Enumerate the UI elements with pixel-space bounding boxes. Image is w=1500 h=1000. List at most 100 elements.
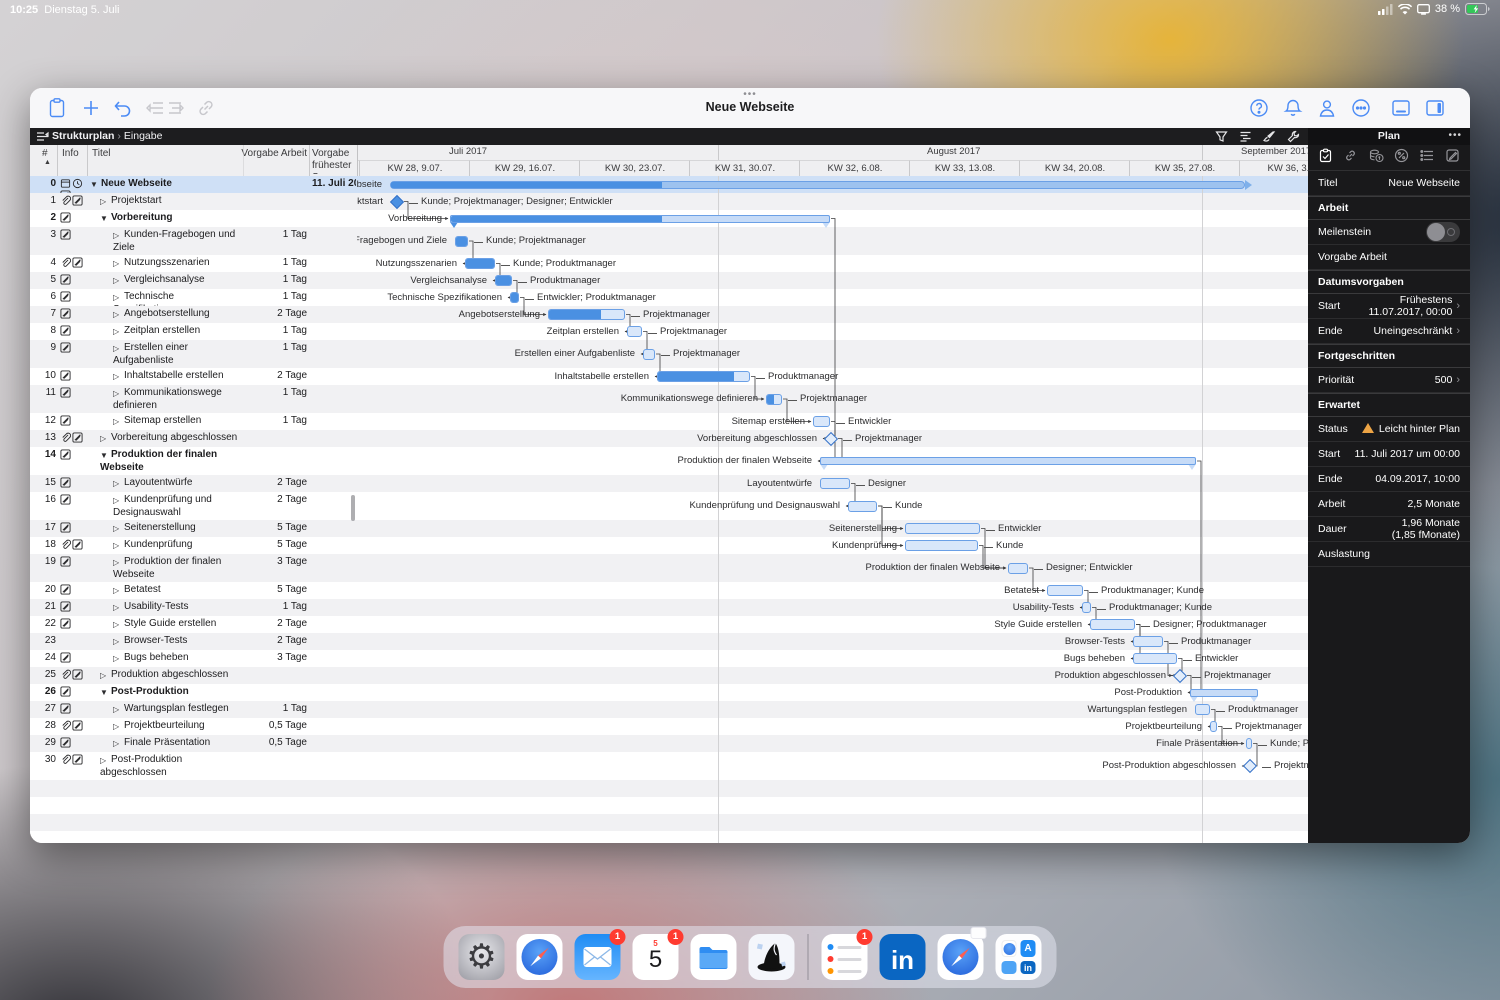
task-bar[interactable]: [510, 292, 519, 303]
disclosure-icon[interactable]: ▷: [100, 195, 111, 208]
task-title[interactable]: Nutzungsszenarien: [124, 257, 210, 268]
task-bar[interactable]: [643, 349, 655, 360]
task-bar[interactable]: [657, 371, 750, 382]
disclosure-icon[interactable]: ▷: [113, 556, 124, 569]
more-circle-icon[interactable]: [1350, 97, 1372, 119]
dock-app-safari-handoff[interactable]: [938, 934, 984, 980]
inspector-more-button[interactable]: •••: [1448, 130, 1462, 141]
group-summary-bar[interactable]: [1190, 689, 1258, 697]
task-title[interactable]: Betatest: [124, 584, 161, 595]
task-bar[interactable]: [1008, 563, 1028, 574]
disclosure-icon[interactable]: ▷: [113, 370, 124, 383]
task-title[interactable]: Finale Präsentation: [124, 737, 210, 748]
disclosure-icon[interactable]: ▷: [113, 703, 124, 716]
task-title[interactable]: Produktion der finalen Webseite: [100, 449, 217, 473]
breadcrumb[interactable]: Strukturplan›Eingabe: [52, 130, 162, 142]
task-title[interactable]: Vorbereitung: [111, 212, 172, 223]
dock-app-linkedin[interactable]: in: [880, 934, 926, 980]
disclosure-icon[interactable]: ▷: [113, 291, 124, 304]
group-summary-bar[interactable]: [450, 215, 830, 223]
task-title[interactable]: Zeitplan erstellen: [124, 325, 200, 336]
inspector-field-start[interactable]: StartFrühestens 11.07.2017, 00:00›: [1308, 294, 1470, 319]
task-title[interactable]: Browser-Tests: [124, 635, 187, 646]
task-title[interactable]: Kundenprüfung und Designauswahl: [113, 494, 212, 518]
task-title[interactable]: Usability-Tests: [124, 601, 188, 612]
dock-app-merlin-project[interactable]: [749, 934, 795, 980]
task-bar[interactable]: [1082, 602, 1091, 613]
collapse-icon[interactable]: ▼: [90, 178, 101, 191]
task-bar[interactable]: [820, 478, 850, 489]
disclosure-icon[interactable]: ▷: [113, 274, 124, 287]
custom-fields-icon[interactable]: [1420, 148, 1435, 168]
disclosure-icon[interactable]: ▷: [113, 387, 124, 400]
disclosure-icon[interactable]: ▷: [113, 257, 124, 270]
disclosure-icon[interactable]: ▷: [113, 522, 124, 535]
disclosure-icon[interactable]: ▷: [113, 342, 124, 355]
plan-clipboard-icon[interactable]: [1318, 148, 1333, 168]
disclosure-icon[interactable]: ▷: [113, 325, 124, 338]
person-icon[interactable]: [1316, 97, 1338, 119]
task-bar[interactable]: [1210, 721, 1217, 732]
task-bar[interactable]: [548, 309, 625, 320]
right-panel-icon[interactable]: [1424, 97, 1446, 119]
disclosure-icon[interactable]: ▷: [100, 669, 111, 682]
disclosure-icon[interactable]: ▷: [113, 737, 124, 750]
task-title[interactable]: Wartungsplan festlegen: [124, 703, 229, 714]
disclosure-icon[interactable]: ▷: [113, 308, 124, 321]
disclosure-icon[interactable]: ▷: [113, 494, 124, 507]
task-title[interactable]: Kundenprüfung: [124, 539, 192, 550]
task-bar[interactable]: [627, 326, 642, 337]
task-title[interactable]: Kunden-Fragebogen und Ziele: [113, 229, 235, 253]
help-icon[interactable]: [1248, 97, 1270, 119]
wrench-icon[interactable]: [1287, 130, 1300, 143]
task-bar[interactable]: [495, 275, 512, 286]
task-title[interactable]: Kommunikationswege definieren: [113, 387, 222, 411]
disclosure-icon[interactable]: ▷: [113, 618, 124, 631]
disclosure-icon[interactable]: ▷: [100, 754, 111, 767]
outline-list-icon[interactable]: [1239, 130, 1252, 143]
link-tab-icon[interactable]: [1343, 148, 1358, 168]
task-title[interactable]: Produktion der finalen Webseite: [113, 556, 221, 580]
task-title[interactable]: Post-Produktion abgeschlossen: [100, 754, 182, 778]
notes-edit-icon[interactable]: [1445, 148, 1460, 168]
bell-icon[interactable]: [1282, 97, 1304, 119]
task-title[interactable]: Neue Webseite: [101, 178, 172, 189]
task-bar[interactable]: [905, 523, 980, 534]
col-titel[interactable]: Titel: [92, 148, 111, 159]
dock-app-calendar[interactable]: 551: [633, 934, 679, 980]
disclosure-icon[interactable]: ▷: [113, 601, 124, 614]
task-title[interactable]: Vorbereitung abgeschlossen: [111, 432, 237, 443]
disclosure-icon[interactable]: ▷: [113, 720, 124, 733]
inspector-field-ende[interactable]: EndeUneingeschränkt›: [1308, 319, 1470, 344]
task-bar[interactable]: [465, 258, 495, 269]
task-title[interactable]: Projektstart: [111, 195, 162, 206]
disclosure-icon[interactable]: ▷: [113, 652, 124, 665]
task-bar[interactable]: [1195, 704, 1210, 715]
task-title[interactable]: Post-Produktion: [111, 686, 189, 697]
inspector-field-arbeit[interactable]: Arbeit2,5 Monate: [1308, 492, 1470, 517]
task-bar[interactable]: [1246, 738, 1252, 749]
disclosure-icon[interactable]: ▷: [113, 635, 124, 648]
task-bar[interactable]: [848, 501, 877, 512]
dock-app-reminders[interactable]: 1: [822, 934, 868, 980]
disclosure-icon[interactable]: ▷: [113, 539, 124, 552]
inspector-field-ende[interactable]: Ende04.09.2017, 10:00: [1308, 467, 1470, 492]
inspector-field-start[interactable]: Start11. Juli 2017 um 00:00: [1308, 442, 1470, 467]
task-bar[interactable]: [455, 236, 468, 247]
task-bar[interactable]: [813, 416, 830, 427]
collapse-icon[interactable]: ▼: [100, 686, 111, 699]
task-title[interactable]: Layoutentwürfe: [124, 477, 192, 488]
milestone-toggle[interactable]: [1426, 222, 1460, 242]
group-summary-bar[interactable]: [820, 457, 1196, 465]
inspector-field-status[interactable]: StatusLeicht hinter Plan: [1308, 417, 1470, 442]
task-bar[interactable]: [766, 394, 782, 405]
col-vorgabe-arbeit[interactable]: Vorgabe Arbeit: [225, 148, 307, 160]
col-info[interactable]: Info: [62, 148, 79, 159]
inspector-field-dauer[interactable]: Dauer1,96 Monate (1,85 fMonate): [1308, 517, 1470, 542]
cost-coins-icon[interactable]: [1369, 148, 1384, 168]
multitasking-dots[interactable]: •••: [743, 89, 757, 100]
task-title[interactable]: Bugs beheben: [124, 652, 189, 663]
task-title[interactable]: Produktion abgeschlossen: [111, 669, 228, 680]
disclosure-icon[interactable]: ▷: [113, 584, 124, 597]
task-title[interactable]: Inhaltstabelle erstellen: [124, 370, 224, 381]
